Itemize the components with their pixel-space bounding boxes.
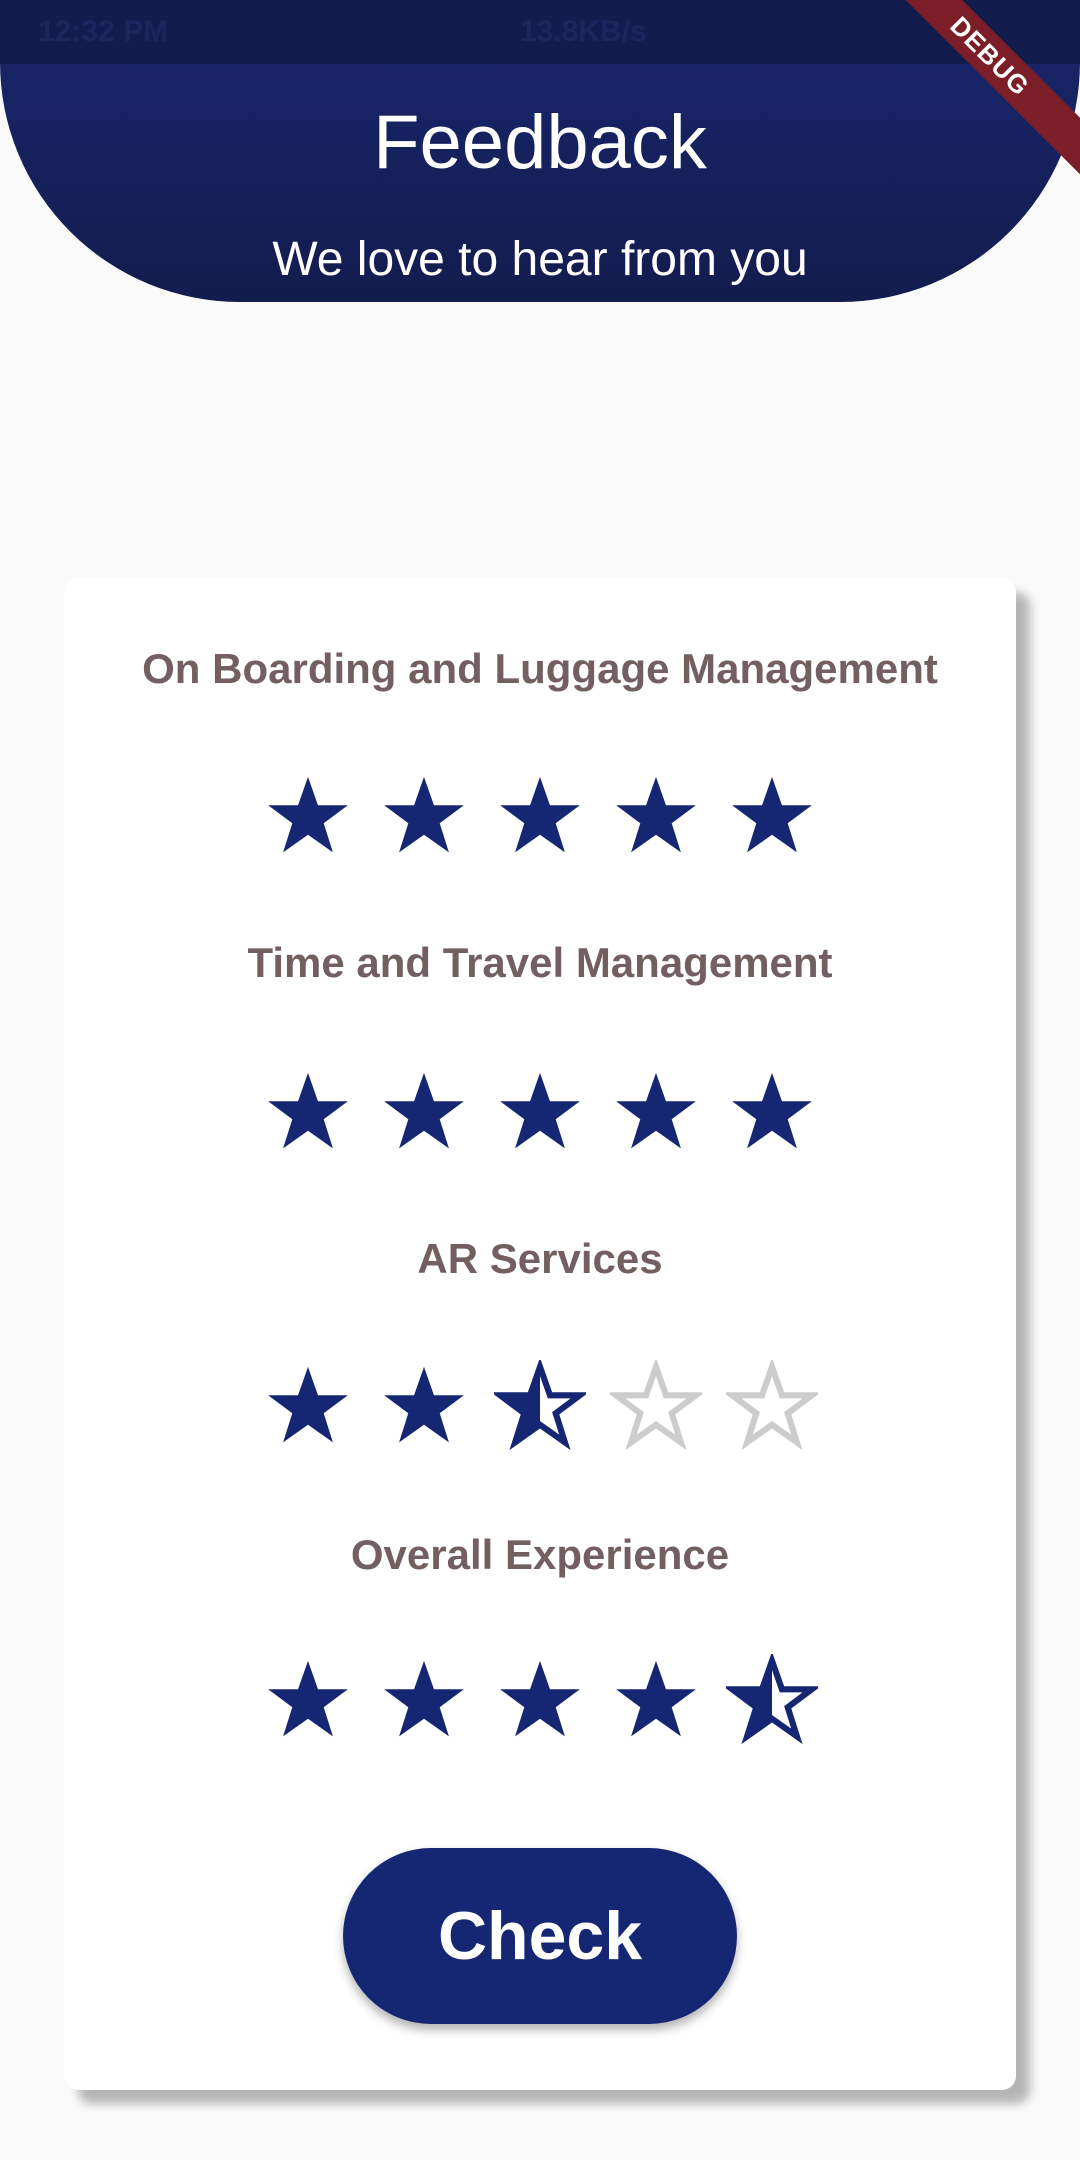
star-filled-icon[interactable]: [378, 770, 470, 862]
star-filled-icon[interactable]: [262, 770, 354, 862]
star-filled-icon[interactable]: [726, 770, 818, 862]
star-empty-icon[interactable]: [610, 1360, 702, 1452]
star-filled-icon[interactable]: [262, 1360, 354, 1452]
star-filled-icon[interactable]: [378, 1360, 470, 1452]
star-filled-icon[interactable]: [378, 1066, 470, 1158]
rating-stars-ar-services[interactable]: [64, 1360, 1016, 1460]
star-filled-icon[interactable]: [610, 1654, 702, 1746]
star-filled-icon[interactable]: [494, 1654, 586, 1746]
page-subtitle: We love to hear from you: [272, 233, 808, 286]
star-filled-icon[interactable]: [494, 1066, 586, 1158]
star-half-icon[interactable]: [726, 1654, 818, 1746]
star-filled-icon[interactable]: [610, 1066, 702, 1158]
network-speed: 13.8KB/s: [520, 15, 647, 48]
category-title-ar-services: AR Services: [417, 1235, 663, 1282]
rating-stars-time-travel[interactable]: [64, 1066, 1016, 1166]
rating-stars-overall[interactable]: [64, 1654, 1016, 1754]
star-half-icon[interactable]: [494, 1360, 586, 1452]
star-empty-icon[interactable]: [726, 1360, 818, 1452]
star-filled-icon[interactable]: [262, 1066, 354, 1158]
rating-stars-onboarding[interactable]: [64, 770, 1016, 870]
status-time: 12:32 PM: [38, 15, 169, 48]
star-filled-icon[interactable]: [378, 1654, 470, 1746]
feedback-card: On Boarding and Luggage Management Time …: [64, 578, 1016, 2090]
category-title-overall: Overall Experience: [350, 1531, 730, 1578]
star-filled-icon[interactable]: [610, 770, 702, 862]
star-filled-icon[interactable]: [494, 770, 586, 862]
status-icons: 13.8KB/s: [520, 0, 647, 64]
page-title: Feedback: [373, 100, 707, 185]
category-title-onboarding: On Boarding and Luggage Management: [142, 645, 938, 692]
star-filled-icon[interactable]: [262, 1654, 354, 1746]
check-button[interactable]: Check: [343, 1848, 737, 2024]
category-title-time-travel: Time and Travel Management: [247, 939, 833, 986]
star-filled-icon[interactable]: [726, 1066, 818, 1158]
